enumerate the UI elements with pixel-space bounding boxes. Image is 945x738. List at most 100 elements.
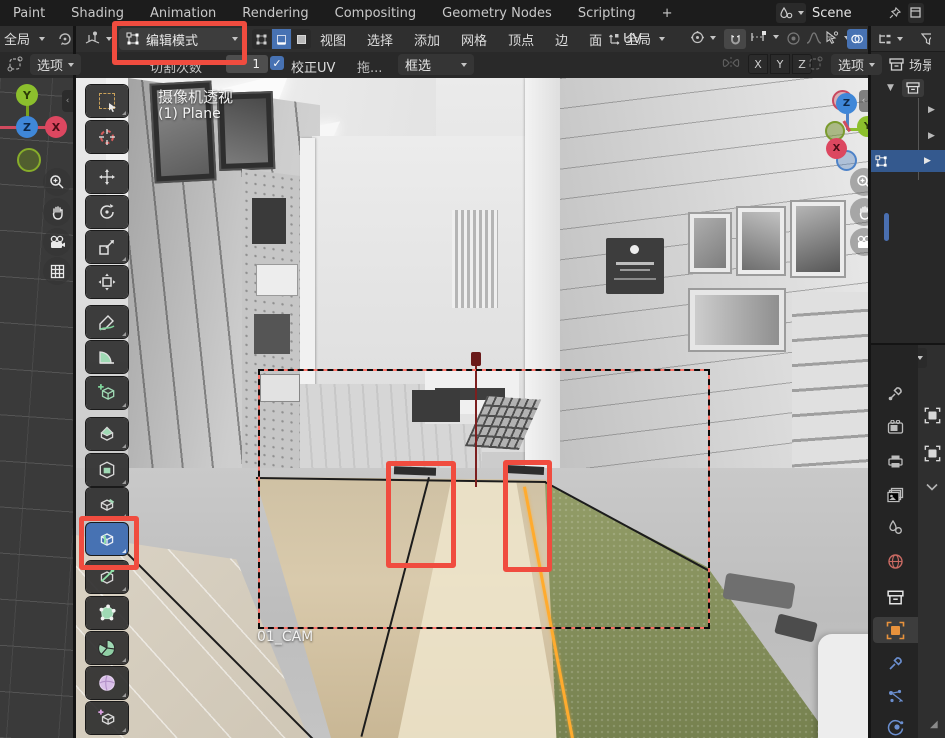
add-workspace-button[interactable]: + <box>649 0 686 26</box>
disclosure-expanded-icon[interactable]: ▼ <box>887 83 894 93</box>
menu-add[interactable]: 添加 <box>412 30 442 49</box>
tool-annotate[interactable] <box>86 306 128 338</box>
tab-collection[interactable] <box>885 587 905 607</box>
outliner-object-row[interactable]: ▶ <box>871 126 945 146</box>
outliner-scrollbar[interactable] <box>884 213 889 241</box>
pivot-point-dropdown[interactable] <box>690 30 716 45</box>
workspace-tab-paint[interactable]: Paint <box>0 0 58 26</box>
tool-move[interactable] <box>86 161 128 193</box>
workspace-tab-geometry-nodes[interactable]: Geometry Nodes <box>429 0 565 26</box>
region-select-dropdown[interactable]: 框选 <box>398 54 474 75</box>
workspace-tab-compositing[interactable]: Compositing <box>322 0 430 26</box>
disclosure-collapsed-icon[interactable]: ▶ <box>928 131 935 141</box>
camera-frame[interactable] <box>258 369 710 629</box>
filter-icon[interactable] <box>921 32 931 46</box>
panel-expand-chevron[interactable] <box>926 483 938 491</box>
pin-icon[interactable] <box>888 6 902 20</box>
zoom-icon[interactable] <box>43 168 71 196</box>
axis-x-ball[interactable]: X <box>45 116 67 138</box>
scene-picture-frame <box>688 212 732 274</box>
axis-x-ball[interactable]: X <box>826 138 847 159</box>
tool-spin[interactable] <box>86 632 128 664</box>
camera-view-icon[interactable] <box>43 228 71 256</box>
left-viewport-orientation[interactable]: 全局 <box>4 29 45 48</box>
annotation-box-mode-dropdown <box>112 21 247 65</box>
mirror-y-button[interactable]: Y <box>770 54 790 74</box>
outliner-display-mode-dropdown[interactable] <box>877 32 903 46</box>
left-viewport-options-dropdown[interactable]: 选项 <box>30 54 81 75</box>
tool-options-icon[interactable] <box>6 55 24 73</box>
tab-render[interactable] <box>885 417 905 437</box>
outliner-active-object-row[interactable]: ▶ <box>871 150 945 172</box>
tab-modifiers[interactable] <box>885 653 905 673</box>
tool-add-cube[interactable] <box>86 377 128 409</box>
workspace-tab-scripting[interactable]: Scripting <box>565 0 649 26</box>
secondary-viewport[interactable]: Y Z X ‹ <box>0 78 73 738</box>
mirror-icon[interactable] <box>722 55 740 71</box>
proportional-edit-toggle[interactable] <box>786 31 801 46</box>
tab-tool[interactable] <box>885 383 905 403</box>
axis-z-ball[interactable]: Z <box>16 116 38 138</box>
tool-extrude-region[interactable] <box>86 418 128 450</box>
tab-view-layer[interactable] <box>885 485 905 505</box>
tool-select-box[interactable] <box>86 85 128 117</box>
menu-view[interactable]: 视图 <box>318 30 348 49</box>
disclosure-collapsed-icon[interactable]: ▶ <box>924 156 931 166</box>
mirror-axis-group: X Y Z <box>748 54 812 74</box>
vertex-select-button[interactable] <box>252 29 271 49</box>
editor-type-button[interactable] <box>84 30 112 47</box>
object-breadcrumb-icon[interactable] <box>924 445 941 462</box>
outliner-object-row[interactable]: ▶ <box>871 100 945 120</box>
axis-y-ball[interactable]: Y <box>16 84 38 106</box>
overlays-toggle-button[interactable] <box>847 29 867 49</box>
tab-scene[interactable] <box>885 518 905 538</box>
menu-select[interactable]: 选择 <box>365 30 395 49</box>
perspective-toggle-icon[interactable] <box>43 257 71 285</box>
tab-particles[interactable] <box>885 686 905 706</box>
tool-poly-build[interactable] <box>86 597 128 629</box>
tool-measure[interactable] <box>86 341 128 373</box>
snap-target-dropdown[interactable] <box>750 30 779 44</box>
object-breadcrumb-icon[interactable] <box>924 407 941 424</box>
menu-mesh[interactable]: 网格 <box>459 30 489 49</box>
main-viewport-canvas[interactable]: 01_CAM 摄像机透视 (1) Plane Z Y X <box>76 78 868 738</box>
tab-physics[interactable] <box>885 717 905 737</box>
face-select-button[interactable] <box>292 29 311 49</box>
tool-scale[interactable] <box>86 231 128 263</box>
snap-toggle-button[interactable] <box>724 29 746 49</box>
edge-select-button[interactable] <box>272 29 291 49</box>
region-collapse-arrow[interactable]: ‹ <box>859 90 868 112</box>
tool-smooth[interactable] <box>86 667 128 699</box>
disclosure-collapsed-icon[interactable]: ▶ <box>928 105 935 115</box>
tool-rotate[interactable] <box>86 196 128 228</box>
region-collapse-arrow[interactable]: ‹ <box>62 90 73 112</box>
axis-y-neg-ball[interactable] <box>17 148 41 172</box>
orientation-cycle-icon[interactable] <box>57 31 73 47</box>
tool-inset-faces[interactable] <box>86 454 128 486</box>
tool-edge-slide[interactable] <box>86 702 128 734</box>
tool-cursor[interactable] <box>86 121 128 153</box>
scene-picture-frame <box>790 200 846 278</box>
scene-datablock-icon[interactable] <box>776 3 806 23</box>
resize-grip[interactable]: ◢ <box>930 719 938 730</box>
menu-vertex[interactable]: 顶点 <box>506 30 536 49</box>
scene-name-field[interactable]: Scene <box>812 6 882 21</box>
tab-object-active[interactable] <box>873 617 918 643</box>
pan-hand-icon[interactable] <box>43 198 71 226</box>
window-icon[interactable] <box>908 3 924 23</box>
outliner-scene-collection-row[interactable]: 场景 <box>871 54 945 74</box>
tool-transform[interactable] <box>86 266 128 298</box>
axis-z-ball[interactable]: Z <box>836 93 857 114</box>
outliner-collection-row[interactable]: ▼ <box>871 78 945 98</box>
menu-face[interactable]: 面 <box>587 30 604 49</box>
proportional-options-icon[interactable] <box>806 55 824 73</box>
overlays-icon <box>850 32 864 46</box>
scene-display-case <box>688 288 786 352</box>
tab-output[interactable] <box>885 451 905 471</box>
tab-world[interactable] <box>885 551 905 571</box>
tool-options-dropdown[interactable]: 选项 <box>831 54 882 75</box>
correct-uv-checkbox[interactable]: ✓ <box>270 56 284 70</box>
mirror-x-button[interactable]: X <box>748 54 768 74</box>
transform-orientation-dropdown[interactable]: 全局 <box>608 29 665 48</box>
menu-edge[interactable]: 边 <box>553 30 570 49</box>
